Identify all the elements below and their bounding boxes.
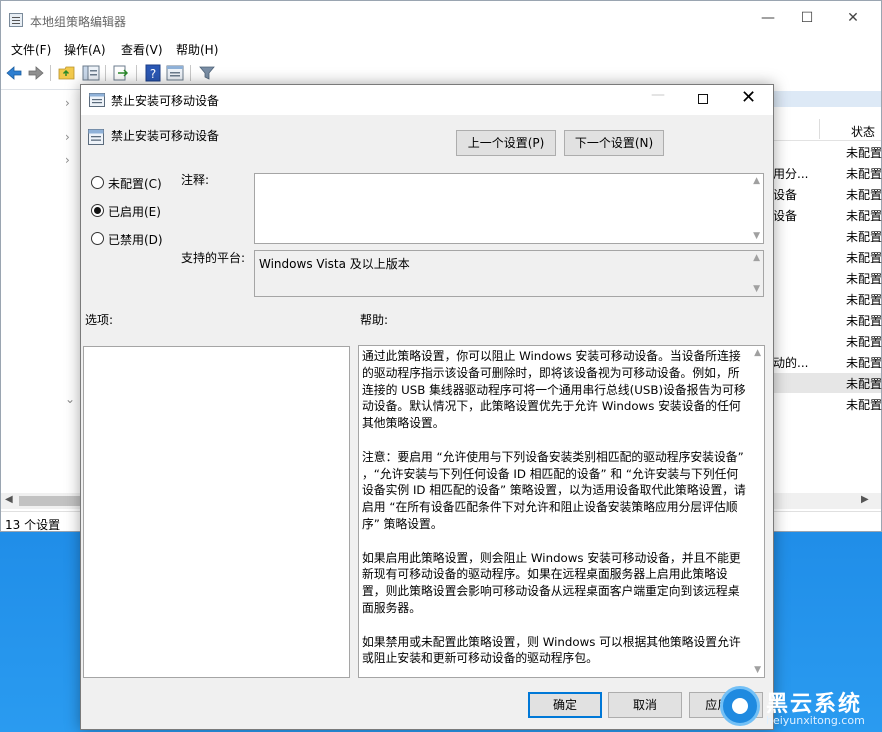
help-text: 通过此策略设置，你可以阻止 Windows 安装可移动设备。当设备所连接的驱动程… [362,349,746,666]
scroll-down-arrow-icon[interactable]: ▼ [753,231,760,241]
tree-panel: › › › ⌄ [1,89,81,509]
ok-button[interactable]: 确定 [528,692,602,718]
dialog-minimize-button: — [651,87,665,103]
row-status[interactable]: 未配置 [846,333,882,350]
dialog-title: 禁止安装可移动设备 [111,94,220,108]
toolbar-separator [190,65,191,81]
forward-arrow-icon[interactable] [27,64,45,82]
row-status[interactable]: 未配置 [846,228,882,245]
status-bar-text: 13 个设置 [5,518,61,532]
row-status[interactable]: 未配置 [846,291,882,308]
comment-label: 注释: [181,173,210,187]
row-status[interactable]: 未配置 [846,375,882,392]
menu-bar: 文件(F) 操作(A) 查看(V) 帮助(H) [1,39,881,59]
scroll-down-arrow-icon[interactable]: ▼ [753,284,760,294]
watermark-subtitle: heiyunxitong.com [766,714,865,727]
filter-icon[interactable] [198,64,216,82]
main-titlebar: 本地组策略编辑器 — ☐ ✕ [1,1,881,39]
row-status[interactable]: 未配置 [846,270,882,287]
row-status[interactable]: 未配置 [846,165,882,182]
menu-file[interactable]: 文件(F) [11,41,51,58]
row-name[interactable]: 用分... [773,165,808,182]
back-arrow-icon[interactable] [5,64,23,82]
svg-text:?: ? [150,67,156,81]
export-list-icon[interactable] [112,64,130,82]
show-hide-tree-icon[interactable] [82,64,100,82]
comment-textarea[interactable]: ▲ ▼ [254,173,764,244]
options-label: 选项: [85,313,114,327]
policy-setting-dialog: 禁止安装可移动设备 — ✕ 禁止安装可移动设备 上一个设置(P) 下一个设置(N… [80,84,774,730]
menu-help[interactable]: 帮助(H) [176,41,218,58]
site-watermark: 黑云系统 heiyunxitong.com [718,684,882,732]
scroll-right-arrow-icon[interactable]: ▶ [861,494,869,505]
scrollbar-thumb[interactable] [19,496,85,506]
radio-label[interactable]: 未配置(C) [108,175,162,192]
row-status[interactable]: 未配置 [846,354,882,371]
radio-label[interactable]: 已禁用(D) [108,231,163,248]
row-status[interactable]: 未配置 [846,144,882,161]
row-name[interactable]: 设备 [773,186,797,203]
policy-editor-icon [9,13,23,27]
details-header-strip [773,91,881,107]
tree-collapse-chevron-icon[interactable]: ⌄ [65,392,75,406]
row-status[interactable]: 未配置 [846,396,882,413]
toolbar-separator [105,65,106,81]
scroll-down-arrow-icon[interactable]: ▼ [754,665,761,675]
close-button[interactable]: ✕ [830,1,876,35]
cancel-button[interactable]: 取消 [608,692,682,718]
column-header-status[interactable]: 状态 [851,123,875,140]
menu-action[interactable]: 操作(A) [64,41,106,58]
options-panel [83,346,350,678]
help-label: 帮助: [360,313,389,327]
policy-setting-icon [89,93,105,107]
properties-icon[interactable] [166,64,184,82]
menu-view[interactable]: 查看(V) [121,41,163,58]
dialog-close-button[interactable]: ✕ [741,87,756,109]
setting-header-icon [88,129,104,145]
help-vertical-scrollbar[interactable]: ▲ ▼ [750,346,764,677]
main-window-title: 本地组策略编辑器 [30,15,127,29]
row-name[interactable]: 动的... [773,354,808,371]
toolbar: ? [1,61,881,85]
supported-platform-value: Windows Vista 及以上版本 [259,257,410,271]
tree-expand-chevron-icon[interactable]: › [65,130,70,144]
supported-platform-label: 支持的平台: [181,251,246,265]
row-status[interactable]: 未配置 [846,207,882,224]
tree-expand-chevron-icon[interactable]: › [65,96,70,110]
supported-platform-field: Windows Vista 及以上版本 ▲ ▼ [254,250,764,297]
next-setting-button[interactable]: 下一个设置(N) [564,130,664,156]
watermark-logo-icon [720,686,760,726]
scroll-up-arrow-icon[interactable]: ▲ [753,253,760,263]
toolbar-separator [136,65,137,81]
help-icon[interactable]: ? [144,64,162,82]
radio-label[interactable]: 已启用(E) [108,203,161,220]
help-panel[interactable]: 通过此策略设置，你可以阻止 Windows 安装可移动设备。当设备所连接的驱动程… [358,345,765,678]
toolbar-separator [50,65,51,81]
radio-button[interactable] [91,232,104,245]
row-status[interactable]: 未配置 [846,312,882,329]
radio-button[interactable] [91,176,104,189]
dialog-maximize-button[interactable] [698,94,708,104]
maximize-button[interactable]: ☐ [784,1,830,35]
column-separator[interactable] [819,119,820,139]
row-name[interactable]: 设备 [773,207,797,224]
dialog-titlebar: 禁止安装可移动设备 — ✕ [81,85,773,115]
radio-button[interactable] [91,204,104,217]
previous-setting-button[interactable]: 上一个设置(P) [456,130,556,156]
tree-expand-chevron-icon[interactable]: › [65,153,70,167]
scroll-up-arrow-icon[interactable]: ▲ [754,348,761,358]
scroll-up-arrow-icon[interactable]: ▲ [753,176,760,186]
row-status[interactable]: 未配置 [846,249,882,266]
folder-up-icon[interactable] [58,64,76,82]
row-status[interactable]: 未配置 [846,186,882,203]
scroll-left-arrow-icon[interactable]: ◀ [5,494,13,505]
setting-title: 禁止安装可移动设备 [111,129,220,143]
